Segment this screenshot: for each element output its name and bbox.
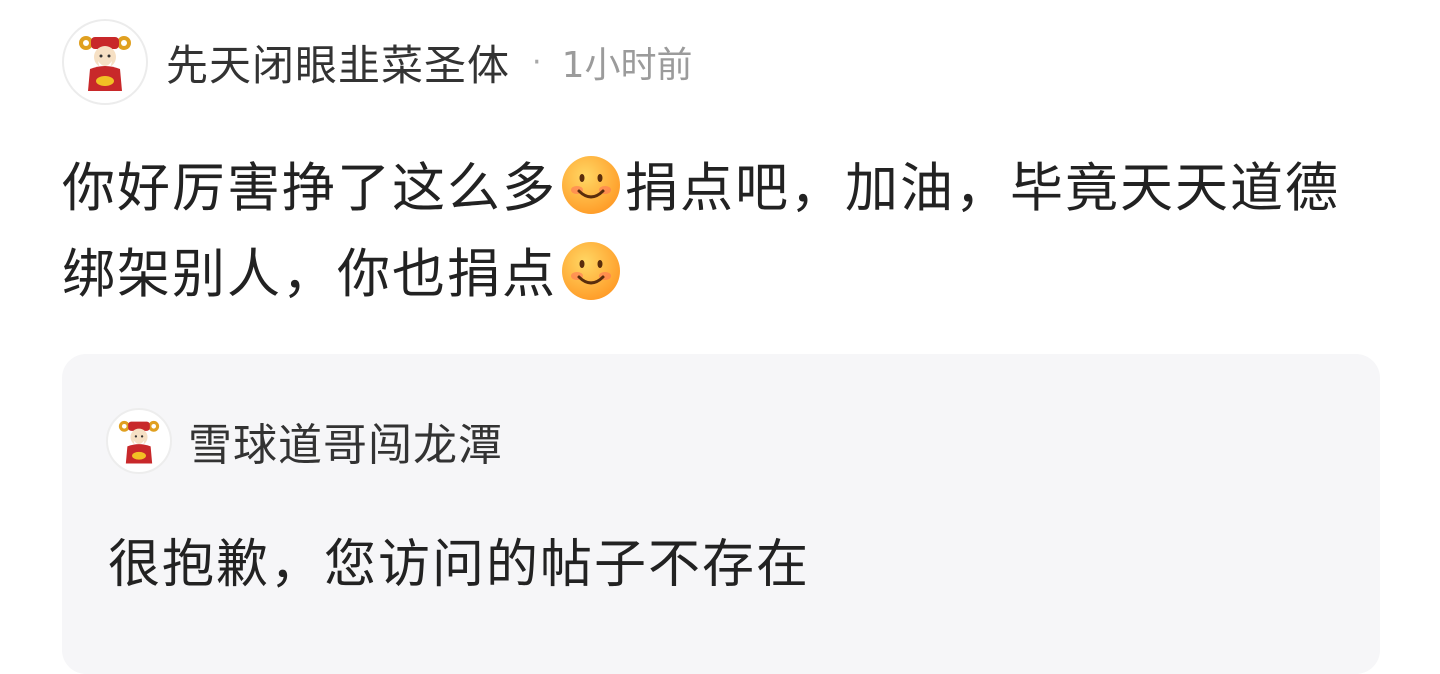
smile-emoji-icon xyxy=(562,242,620,300)
meta-separator: · xyxy=(532,44,542,80)
smile-emoji-icon xyxy=(562,156,620,214)
quoted-post-text: 很抱歉，您访问的帖子不存在 xyxy=(108,535,811,595)
quoted-avatar[interactable] xyxy=(106,408,172,474)
comment-header: 先天闭眼韭菜圣体 · 1小时前 xyxy=(62,18,692,106)
quoted-post-card[interactable]: 雪球道哥闯龙潭 很抱歉，您访问的帖子不存在 xyxy=(62,354,1380,674)
post-time: 1小时前 xyxy=(561,45,693,86)
author-name[interactable]: 先天闭眼韭菜圣体 xyxy=(166,32,510,93)
avatar[interactable] xyxy=(62,19,148,105)
caishen-avatar-icon xyxy=(118,420,160,464)
comment-post: 先天闭眼韭菜圣体 · 1小时前 你好厉害挣了这么多 捐点吧，加油，毕竟天天道德绑架… xyxy=(0,0,1440,674)
comment-content: 你好厉害挣了这么多 捐点吧，加油，毕竟天天道德绑架别人，你也捐点 xyxy=(62,146,1382,318)
quoted-post-header: 雪球道哥闯龙潭 xyxy=(106,408,503,474)
content-text-1: 你好厉害挣了这么多 xyxy=(62,158,557,219)
caishen-avatar-icon xyxy=(79,36,131,91)
quoted-author-name[interactable]: 雪球道哥闯龙潭 xyxy=(188,409,503,473)
